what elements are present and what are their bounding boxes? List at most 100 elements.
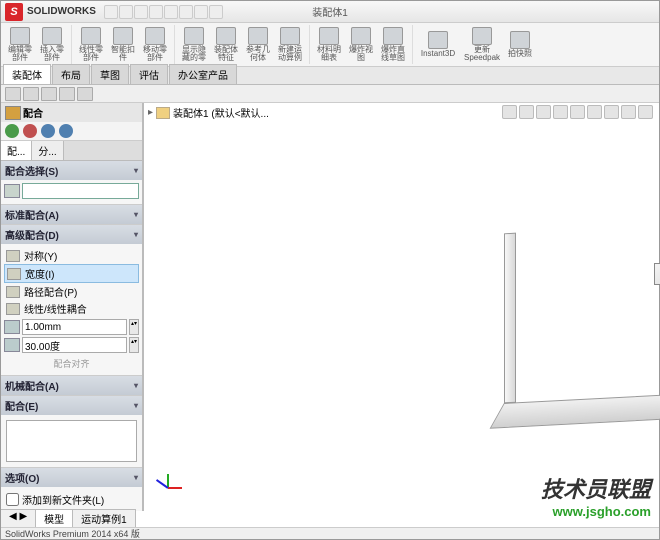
ribbon-button[interactable]: 插入零部件 <box>37 25 67 63</box>
pm-tab-mate[interactable]: 配... <box>1 141 32 160</box>
section-options[interactable]: 选项(O) <box>1 468 142 487</box>
3d-model <box>504 233 660 473</box>
watermark: 技术员联盟 www.jsgho.com <box>541 472 651 519</box>
mate-type-option[interactable]: 线性/线性耦合 <box>4 300 139 317</box>
view-settings-icon[interactable] <box>638 105 653 119</box>
pushpin-icon[interactable] <box>59 124 73 138</box>
bottom-tabs: ◀ ▶模型运动算例1 <box>1 509 136 527</box>
command-tab[interactable]: 布局 <box>52 64 90 84</box>
ribbon-icon <box>280 27 300 45</box>
angle-icon <box>4 338 20 352</box>
section-mechanical-mates[interactable]: 机械配合(A) <box>1 376 142 395</box>
spinner[interactable]: ▴▾ <box>129 337 139 353</box>
assembly-icon <box>156 107 170 119</box>
scene-icon[interactable] <box>621 105 636 119</box>
hide-show-icon[interactable] <box>604 105 619 119</box>
orientation-triad[interactable] <box>152 467 188 503</box>
ribbon-button[interactable]: 拍快照 <box>505 25 535 63</box>
ribbon-icon <box>472 27 492 45</box>
motion-tab[interactable]: 运动算例1 <box>73 510 136 527</box>
app-logo: S <box>5 3 23 21</box>
preview-icon[interactable] <box>41 124 55 138</box>
ribbon-icon <box>42 27 62 45</box>
view-orient-icon[interactable] <box>570 105 585 119</box>
ribbon-button[interactable]: 显示隐藏的零 <box>179 25 209 63</box>
motion-tab[interactable]: 模型 <box>36 510 73 527</box>
ribbon-icon <box>10 27 30 45</box>
expand-icon[interactable]: ▸ <box>148 107 153 118</box>
ribbon-button[interactable]: 爆炸直线草图 <box>378 25 408 63</box>
mate-type-icon <box>6 303 20 315</box>
add-to-folder-checkbox[interactable] <box>6 493 19 506</box>
qat-options-icon[interactable] <box>194 5 208 19</box>
mate-icon <box>5 106 21 120</box>
heads-up-toolbar <box>502 105 653 119</box>
ok-icon[interactable] <box>5 124 19 138</box>
command-tab[interactable]: 办公室产品 <box>169 64 237 84</box>
ribbon-icon <box>184 27 204 45</box>
mates-list-box[interactable] <box>6 420 137 462</box>
command-tabs: 装配体布局草图评估办公室产品 <box>1 67 659 85</box>
feature-tree-root[interactable]: ▸ 装配体1 (默认<默认... <box>148 105 269 120</box>
mate-type-icon <box>6 250 20 262</box>
command-tab[interactable]: 装配体 <box>3 64 51 84</box>
spinner[interactable]: ▴▾ <box>129 319 139 335</box>
command-tab[interactable]: 草图 <box>91 64 129 84</box>
zoom-fit-icon[interactable] <box>502 105 517 119</box>
tb2-icon[interactable] <box>41 87 57 101</box>
qat-save-icon[interactable] <box>134 5 148 19</box>
ribbon-button[interactable]: 编辑零部件 <box>5 25 35 63</box>
section-mate-selections[interactable]: 配合选择(S) <box>1 161 142 180</box>
tb2-icon[interactable] <box>77 87 93 101</box>
ribbon-icon <box>351 27 371 45</box>
graphics-viewport[interactable]: ▸ 装配体1 (默认<默认... <box>144 103 659 511</box>
ribbon-button[interactable]: 参考几何体 <box>243 25 273 63</box>
qat-new-icon[interactable] <box>104 5 118 19</box>
section-mates-list[interactable]: 配合(E) <box>1 396 142 415</box>
mate-type-option[interactable]: 宽度(I) <box>4 264 139 283</box>
zoom-area-icon[interactable] <box>519 105 534 119</box>
vertical-plate[interactable] <box>504 233 516 404</box>
cancel-icon[interactable] <box>23 124 37 138</box>
tab-scroll[interactable]: ◀ ▶ <box>1 510 36 527</box>
distance-input[interactable] <box>22 319 127 335</box>
ribbon-button[interactable]: 移动零部件 <box>140 25 170 63</box>
ribbon-button[interactable]: 爆炸视图 <box>346 25 376 63</box>
section-advanced-mates[interactable]: 高级配合(D) <box>1 225 142 244</box>
ribbon-button[interactable]: 装配体特征 <box>211 25 241 63</box>
tb2-icon[interactable] <box>5 87 21 101</box>
ribbon-icon <box>248 27 268 45</box>
section-view-icon[interactable] <box>553 105 568 119</box>
ribbon-icon <box>428 31 448 49</box>
ribbon-icon <box>510 31 530 49</box>
mate-type-option[interactable]: 对称(Y) <box>4 247 139 264</box>
mate-type-option[interactable]: 路径配合(P) <box>4 283 139 300</box>
ribbon-button[interactable]: 智能扣件 <box>108 25 138 63</box>
tb2-icon[interactable] <box>23 87 39 101</box>
ribbon-button[interactable]: 新建运动算例 <box>275 25 305 63</box>
ribbon-icon <box>81 27 101 45</box>
ribbon-button[interactable]: 更新Speedpak <box>461 25 503 63</box>
angle-input[interactable] <box>22 337 127 353</box>
section-standard-mates[interactable]: 标准配合(A) <box>1 205 142 224</box>
qat-undo-icon[interactable] <box>164 5 178 19</box>
qat-open-icon[interactable] <box>119 5 133 19</box>
ribbon-button[interactable]: 线性零部件 <box>76 25 106 63</box>
tb2-icon[interactable] <box>59 87 75 101</box>
command-tab[interactable]: 评估 <box>130 64 168 84</box>
ribbon-button[interactable]: 材料明细表 <box>314 25 344 63</box>
add-to-folder-option[interactable]: 添加到新文件夹(L) <box>4 490 139 509</box>
small-block[interactable] <box>654 263 660 285</box>
qat-redo-icon[interactable] <box>179 5 193 19</box>
qat-print-icon[interactable] <box>149 5 163 19</box>
display-style-icon[interactable] <box>587 105 602 119</box>
quick-access-toolbar <box>104 5 223 19</box>
mate-type-icon <box>7 268 21 280</box>
mate-selection-input[interactable] <box>22 183 139 199</box>
prev-view-icon[interactable] <box>536 105 551 119</box>
pm-tab-analysis[interactable]: 分... <box>32 141 63 160</box>
qat-rebuild-icon[interactable] <box>209 5 223 19</box>
mate-align-label: 配合对齐 <box>4 355 139 372</box>
ribbon-icon <box>319 27 339 45</box>
ribbon-button[interactable]: Instant3D <box>417 25 459 63</box>
